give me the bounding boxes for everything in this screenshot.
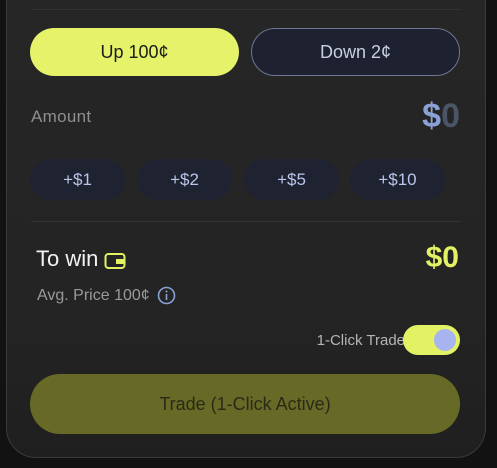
add-1-button[interactable]: +$1 [30,159,125,200]
trade-button[interactable]: Trade (1-Click Active) [30,374,460,434]
toggle-knob [434,329,456,351]
avg-price-text: Avg. Price 100¢ [37,286,150,304]
to-win-value: $0 [425,241,459,274]
add-10-button[interactable]: +$10 [350,159,445,200]
add-5-button[interactable]: +$5 [244,159,339,200]
down-outcome-button[interactable]: Down 2¢ [251,28,460,76]
avg-price-row: Avg. Price 100¢ [37,286,176,305]
top-divider [31,9,461,10]
amount-value: 0 [441,97,460,135]
info-icon[interactable] [157,286,176,305]
to-win-label: To win [36,246,99,271]
add-2-button[interactable]: +$2 [137,159,232,200]
currency-symbol: $ [422,97,442,135]
one-click-toggle[interactable] [403,325,460,355]
one-click-label: 1-Click Trade [316,332,405,349]
to-win-row: To win [36,246,126,272]
amount-input[interactable]: $0 [422,97,460,136]
wallet-icon [104,250,126,269]
amount-label: Amount [31,107,92,126]
up-outcome-button[interactable]: Up 100¢ [30,28,239,76]
mid-divider [31,221,461,222]
